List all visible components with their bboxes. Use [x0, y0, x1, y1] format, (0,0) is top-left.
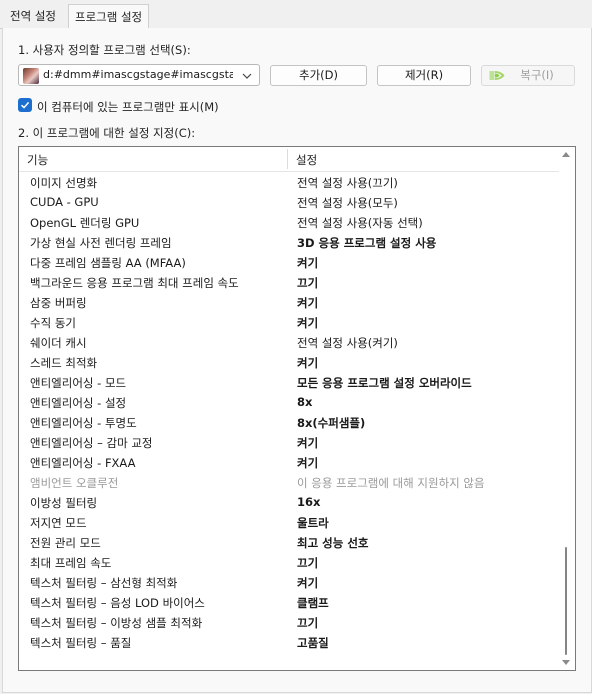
setting-row[interactable]: 앤티엘리어싱 - 모드 모든 응용 프로그램 설정 오버라이드: [19, 372, 559, 392]
setting-feature-name: 이미지 선명화: [30, 176, 98, 190]
setting-row[interactable]: 수직 동기 켜기: [19, 312, 559, 332]
setting-value[interactable]: 켜기: [297, 295, 318, 311]
setting-row[interactable]: 앤티엘리어싱 - FXAA 켜기: [19, 452, 559, 472]
scroll-down-arrow-icon[interactable]: [562, 660, 570, 666]
settings-rows: 이미지 선명화 전역 설정 사용(끄기) CUDA - GPU 전역 설정 사용(모두…: [19, 172, 559, 652]
setting-value[interactable]: 켜기: [297, 315, 318, 331]
setting-feature-name: 앤티엘리어싱 - 모드: [30, 376, 127, 390]
setting-value[interactable]: 이 응용 프로그램에 대해 지원하지 않음: [297, 475, 485, 491]
setting-feature-name: 수직 동기: [30, 316, 76, 330]
add-button[interactable]: 추가(D): [270, 65, 367, 86]
setting-value[interactable]: 켜기: [297, 435, 318, 451]
setting-feature-name: OpenGL 렌더링 GPU: [30, 216, 140, 230]
program-select-value: d:#dmm#imascgstage#imascgsta...: [43, 68, 233, 81]
setting-value[interactable]: 고품질: [297, 635, 329, 651]
setting-feature-name: 텍스처 필터링 – 품질: [30, 636, 132, 650]
setting-value[interactable]: 끄기: [297, 615, 318, 631]
scrollbar-thumb[interactable]: [565, 547, 567, 655]
setting-row[interactable]: 삼중 버퍼링 켜기: [19, 292, 559, 312]
setting-value[interactable]: 3D 응용 프로그램 설정 사용: [297, 235, 436, 251]
setting-row[interactable]: 이미지 선명화 전역 설정 사용(끄기): [19, 172, 559, 192]
setting-row[interactable]: 앤티엘리어싱 – 감마 교정 켜기: [19, 432, 559, 452]
setting-row[interactable]: OpenGL 렌더링 GPU 전역 설정 사용(자동 선택): [19, 212, 559, 232]
setting-row[interactable]: 텍스처 필터링 – 품질 고품질: [19, 632, 559, 652]
settings-list[interactable]: 기능 설정 이미지 선명화 전역 설정 사용(끄기) CUDA - GPU 전역 설정…: [18, 146, 576, 671]
setting-feature-name: 저지연 모드: [30, 516, 87, 530]
setting-value[interactable]: 전역 설정 사용(끄기): [297, 175, 398, 191]
setting-row[interactable]: 다중 프레임 샘플링 AA (MFAA) 켜기: [19, 252, 559, 272]
restore-button-label: 복구(I): [520, 68, 554, 82]
setting-value[interactable]: 켜기: [297, 255, 318, 271]
setting-value[interactable]: 모든 응용 프로그램 설정 오버라이드: [297, 375, 472, 391]
setting-feature-name: 텍스처 필터링 – 이방성 샘플 최적화: [30, 616, 203, 630]
setting-row[interactable]: 스레드 최적화 켜기: [19, 352, 559, 372]
setting-feature-name: 텍스처 필터링 – 삼선형 최적화: [30, 576, 178, 590]
setting-value[interactable]: 켜기: [297, 355, 318, 371]
setting-feature-name: 앤티엘리어싱 - FXAA: [30, 456, 136, 470]
setting-value[interactable]: 클램프: [297, 595, 329, 611]
setting-row[interactable]: 텍스처 필터링 – 삼선형 최적화 켜기: [19, 572, 559, 592]
setting-value[interactable]: 켜기: [297, 575, 318, 591]
setting-feature-name: 백그라운드 응용 프로그램 최대 프레임 속도: [30, 276, 239, 290]
setting-value[interactable]: 울트라: [297, 515, 329, 531]
setting-feature-name: 삼중 버퍼링: [30, 296, 87, 310]
program-app-icon: [23, 68, 39, 84]
setting-row[interactable]: 앰비언트 오클루전 이 응용 프로그램에 대해 지원하지 않음: [19, 472, 559, 492]
program-select[interactable]: d:#dmm#imascgstage#imascgsta...: [18, 64, 260, 86]
setting-value[interactable]: 16x: [297, 495, 320, 509]
setting-feature-name: 쉐이더 캐시: [30, 336, 87, 350]
column-header-feature[interactable]: 기능: [27, 152, 48, 168]
setting-row[interactable]: 전원 관리 모드 최고 성능 선호: [19, 532, 559, 552]
checkmark-icon: [20, 101, 30, 109]
setting-row[interactable]: 백그라운드 응용 프로그램 최대 프레임 속도 끄기: [19, 272, 559, 292]
setting-row[interactable]: 앤티엘리어싱 - 투명도 8x(수퍼샘플): [19, 412, 559, 432]
setting-value[interactable]: 전역 설정 사용(자동 선택): [297, 215, 423, 231]
remove-button[interactable]: 제거(R): [377, 65, 471, 86]
vertical-scrollbar[interactable]: [559, 149, 573, 668]
tab-strip: 전역 설정 프로그램 설정: [0, 4, 592, 30]
nvidia-logo-icon: [489, 71, 505, 80]
show-local-programs-checkbox[interactable]: [18, 98, 32, 112]
setting-feature-name: 텍스처 필터링 – 음성 LOD 바이어스: [30, 596, 205, 610]
select-program-label: 1. 사용자 정의할 프로그램 선택(S):: [18, 43, 191, 57]
specify-settings-label: 2. 이 프로그램에 대한 설정 지정(C):: [18, 126, 196, 140]
setting-value[interactable]: 8x(수퍼샘플): [297, 415, 365, 431]
setting-feature-name: 스레드 최적화: [30, 356, 98, 370]
column-divider[interactable]: [287, 149, 288, 169]
setting-row[interactable]: 텍스처 필터링 – 음성 LOD 바이어스 클램프: [19, 592, 559, 612]
setting-feature-name: 다중 프레임 샘플링 AA (MFAA): [30, 256, 186, 270]
setting-feature-name: 앤티엘리어싱 - 투명도: [30, 416, 137, 430]
setting-value[interactable]: 끄기: [297, 275, 318, 291]
column-header-setting[interactable]: 설정: [296, 152, 317, 168]
setting-feature-name: CUDA - GPU: [30, 195, 99, 209]
chevron-down-icon: [242, 73, 252, 79]
setting-row[interactable]: 가상 현실 사전 렌더링 프레임 3D 응용 프로그램 설정 사용: [19, 232, 559, 252]
setting-row[interactable]: 저지연 모드 울트라: [19, 512, 559, 532]
setting-feature-name: 앰비언트 오클루전: [30, 476, 119, 490]
setting-feature-name: 최대 프레임 속도: [30, 556, 112, 570]
setting-row[interactable]: 쉐이더 캐시 전역 설정 사용(켜기): [19, 332, 559, 352]
setting-feature-name: 가상 현실 사전 렌더링 프레임: [30, 236, 172, 250]
setting-feature-name: 앤티엘리어싱 - 설정: [30, 396, 127, 410]
setting-row[interactable]: CUDA - GPU 전역 설정 사용(모두): [19, 192, 559, 212]
restore-button[interactable]: 복구(I): [481, 65, 575, 86]
setting-row[interactable]: 최대 프레임 속도 끄기: [19, 552, 559, 572]
settings-list-header: 기능 설정: [19, 147, 559, 172]
setting-value[interactable]: 켜기: [297, 455, 318, 471]
setting-feature-name: 이방성 필터링: [30, 496, 98, 510]
tab-global-settings[interactable]: 전역 설정: [4, 6, 62, 26]
show-local-programs-label[interactable]: 이 컴퓨터에 있는 프로그램만 표시(M): [37, 99, 219, 115]
setting-feature-name: 전원 관리 모드: [30, 536, 101, 550]
setting-row[interactable]: 텍스처 필터링 – 이방성 샘플 최적화 끄기: [19, 612, 559, 632]
setting-value[interactable]: 끄기: [297, 555, 318, 571]
setting-feature-name: 앤티엘리어싱 – 감마 교정: [30, 436, 153, 450]
setting-value[interactable]: 전역 설정 사용(켜기): [297, 335, 398, 351]
setting-value[interactable]: 8x: [297, 395, 312, 409]
tab-program-settings[interactable]: 프로그램 설정: [68, 4, 150, 30]
setting-row[interactable]: 이방성 필터링 16x: [19, 492, 559, 512]
setting-value[interactable]: 최고 성능 선호: [297, 535, 369, 551]
setting-value[interactable]: 전역 설정 사용(모두): [297, 195, 398, 211]
scroll-up-arrow-icon[interactable]: [562, 151, 570, 157]
setting-row[interactable]: 앤티엘리어싱 - 설정 8x: [19, 392, 559, 412]
